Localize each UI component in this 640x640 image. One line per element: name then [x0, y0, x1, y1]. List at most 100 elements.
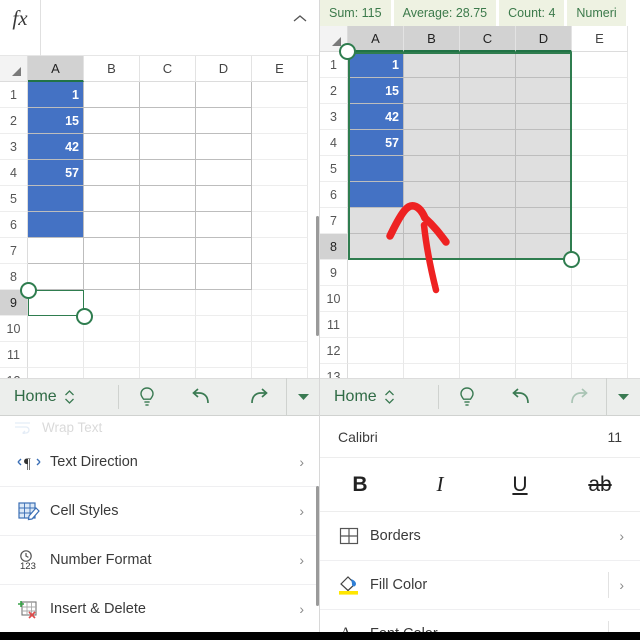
row-header-3[interactable]: 3: [0, 134, 28, 160]
cell-D2[interactable]: [196, 108, 252, 134]
ribbon-item-cell-styles[interactable]: Cell Styles ›: [0, 487, 320, 536]
chevron-right-icon[interactable]: ›: [299, 503, 308, 519]
cell-B5[interactable]: [84, 186, 140, 212]
column-header-d[interactable]: D: [516, 26, 572, 52]
cell-C11[interactable]: [140, 342, 196, 368]
cell-A4[interactable]: 57: [28, 160, 84, 186]
cell-E3[interactable]: [252, 134, 308, 160]
cell-C7[interactable]: [140, 238, 196, 264]
cell-D11[interactable]: [516, 312, 572, 338]
underline-button[interactable]: U: [480, 473, 560, 497]
row-header-5[interactable]: 5: [0, 186, 28, 212]
cell-C4[interactable]: [460, 130, 516, 156]
font-name-value[interactable]: Calibri: [338, 429, 607, 445]
cell-D5[interactable]: [516, 156, 572, 182]
selection-handle-start[interactable]: [339, 43, 356, 60]
cell-B4[interactable]: [404, 130, 460, 156]
caret-down-icon[interactable]: [286, 378, 320, 416]
cell-B3[interactable]: [84, 134, 140, 160]
row-header-10[interactable]: 10: [0, 316, 28, 342]
cell-D4[interactable]: [516, 130, 572, 156]
formula-bar[interactable]: fx: [0, 0, 320, 56]
cell-C9[interactable]: [460, 260, 516, 286]
cell-E8[interactable]: [572, 234, 628, 260]
cell-C3[interactable]: [460, 104, 516, 130]
cell-D7[interactable]: [196, 238, 252, 264]
cell-A11[interactable]: [28, 342, 84, 368]
select-all-corner[interactable]: [0, 56, 28, 82]
cell-E8[interactable]: [252, 264, 308, 290]
cell-A4[interactable]: 57: [348, 130, 404, 156]
italic-button[interactable]: I: [400, 472, 480, 497]
row-header-6[interactable]: 6: [320, 182, 348, 208]
cell-A6[interactable]: [28, 212, 84, 238]
cell-B6[interactable]: [84, 212, 140, 238]
cell-E2[interactable]: [572, 78, 628, 104]
cell-B7[interactable]: [404, 208, 460, 234]
cell-D11[interactable]: [196, 342, 252, 368]
cell-D6[interactable]: [196, 212, 252, 238]
cell-B10[interactable]: [404, 286, 460, 312]
row-header-3[interactable]: 3: [320, 104, 348, 130]
cell-C2[interactable]: [460, 78, 516, 104]
cell-A2[interactable]: 15: [348, 78, 404, 104]
selection-handle-end[interactable]: [76, 308, 93, 325]
left-ribbon-tabbar[interactable]: Home: [0, 378, 320, 416]
row-header-7[interactable]: 7: [0, 238, 28, 264]
cell-B12[interactable]: [404, 338, 460, 364]
chevron-updown-icon[interactable]: [384, 389, 395, 405]
cell-A7[interactable]: [28, 238, 84, 264]
cell-C6[interactable]: [460, 182, 516, 208]
column-header-b[interactable]: B: [404, 26, 460, 52]
cell-B9[interactable]: [404, 260, 460, 286]
row-header-5[interactable]: 5: [320, 156, 348, 182]
chevron-right-icon[interactable]: ›: [619, 528, 628, 544]
row-header-8[interactable]: 8: [320, 234, 348, 260]
ribbon-item-fill-color[interactable]: Fill Color ›: [320, 561, 640, 610]
cell-B9[interactable]: [84, 290, 140, 316]
cell-E12[interactable]: [572, 338, 628, 364]
row-header-4[interactable]: 4: [0, 160, 28, 186]
cell-A10[interactable]: [28, 316, 84, 342]
lightbulb-icon[interactable]: [132, 382, 162, 412]
cell-E6[interactable]: [572, 182, 628, 208]
cell-B3[interactable]: [404, 104, 460, 130]
cell-C12[interactable]: [460, 338, 516, 364]
ribbon-item-insert-delete[interactable]: Insert & Delete ›: [0, 585, 320, 632]
cell-D7[interactable]: [516, 208, 572, 234]
row-header-7[interactable]: 7: [320, 208, 348, 234]
cell-E1[interactable]: [572, 52, 628, 78]
cell-D9[interactable]: [196, 290, 252, 316]
ribbon-item-borders[interactable]: Borders ›: [320, 512, 640, 561]
column-header-c[interactable]: C: [460, 26, 516, 52]
row-header-11[interactable]: 11: [320, 312, 348, 338]
cell-B4[interactable]: [84, 160, 140, 186]
row-header-11[interactable]: 11: [0, 342, 28, 368]
cell-B2[interactable]: [84, 108, 140, 134]
cell-E7[interactable]: [572, 208, 628, 234]
cell-B7[interactable]: [84, 238, 140, 264]
cell-A1[interactable]: 1: [348, 52, 404, 78]
ribbon-item-number-format[interactable]: 123 Number Format ›: [0, 536, 320, 585]
undo-icon[interactable]: [507, 382, 537, 412]
left-spreadsheet[interactable]: ABCDE 12345678910111213141516 1154257: [0, 56, 320, 498]
cell-A5[interactable]: [348, 156, 404, 182]
cell-C1[interactable]: [140, 82, 196, 108]
row-header-9[interactable]: 9: [320, 260, 348, 286]
cell-C1[interactable]: [460, 52, 516, 78]
column-header-e[interactable]: E: [252, 56, 308, 82]
cell-A8[interactable]: [348, 234, 404, 260]
row-header-2[interactable]: 2: [0, 108, 28, 134]
cell-E2[interactable]: [252, 108, 308, 134]
cell-C10[interactable]: [460, 286, 516, 312]
cell-A3[interactable]: 42: [348, 104, 404, 130]
cell-A9[interactable]: [348, 260, 404, 286]
row-header-1[interactable]: 1: [0, 82, 28, 108]
cell-D12[interactable]: [516, 338, 572, 364]
cell-E3[interactable]: [572, 104, 628, 130]
cell-C5[interactable]: [460, 156, 516, 182]
column-headers[interactable]: ABCDE: [0, 56, 320, 82]
cell-A2[interactable]: 15: [28, 108, 84, 134]
cell-E9[interactable]: [572, 260, 628, 286]
cell-A11[interactable]: [348, 312, 404, 338]
